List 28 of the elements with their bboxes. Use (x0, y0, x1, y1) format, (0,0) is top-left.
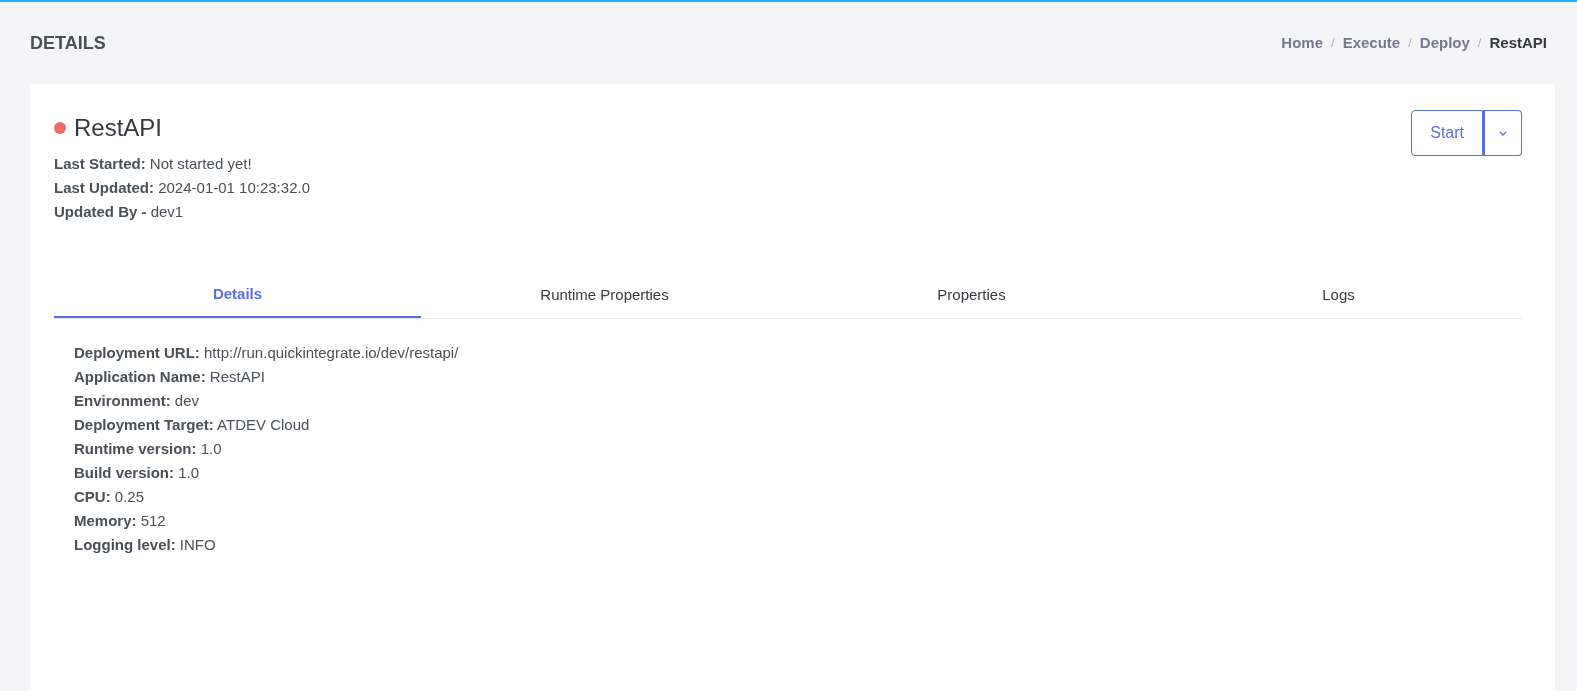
breadcrumb-current: RestAPI (1489, 32, 1547, 53)
tab[interactable]: Logs (1155, 272, 1522, 318)
breadcrumb-link[interactable]: Deploy (1419, 31, 1470, 55)
detail-line: Deployment URL: http://run.quickintegrate.io/dev/restapi/ (74, 343, 460, 363)
breadcrumb-separator: / (1408, 34, 1412, 53)
detail-line: Logging level: INFO (74, 535, 217, 555)
app-name: RestAPI (74, 113, 163, 143)
chevron-down-icon (1499, 130, 1507, 136)
breadcrumb-link[interactable]: Home (1281, 31, 1324, 55)
tab[interactable]: Properties (788, 272, 1155, 318)
start-button[interactable]: Start (1411, 110, 1483, 156)
meta-line: Last Started: Not started yet! (54, 154, 253, 174)
detail-line: Build version: 1.0 (74, 463, 201, 483)
detail-line: Runtime version: 1.0 (74, 439, 223, 459)
detail-line: Memory: 512 (74, 511, 167, 531)
detail-line: Environment: dev (74, 391, 201, 411)
dropdown-button[interactable] (1483, 110, 1522, 156)
breadcrumb-separator: / (1331, 34, 1335, 53)
detail-line: Deployment Target: ATDEV Cloud (74, 415, 311, 435)
breadcrumb-link[interactable]: Execute (1342, 31, 1401, 55)
meta-line: Last Updated: 2024-01-01 10:23:32.0 (54, 178, 310, 198)
page-title: DETAILS (30, 31, 106, 55)
detail-line: Application Name: RestAPI (74, 367, 266, 387)
breadcrumb-separator: / (1477, 34, 1482, 53)
tab[interactable]: Details (54, 272, 421, 318)
detail-line: CPU: 0.25 (74, 487, 146, 507)
tab[interactable]: Runtime Properties (421, 272, 788, 318)
meta-line: Updated By - dev1 (54, 202, 185, 222)
